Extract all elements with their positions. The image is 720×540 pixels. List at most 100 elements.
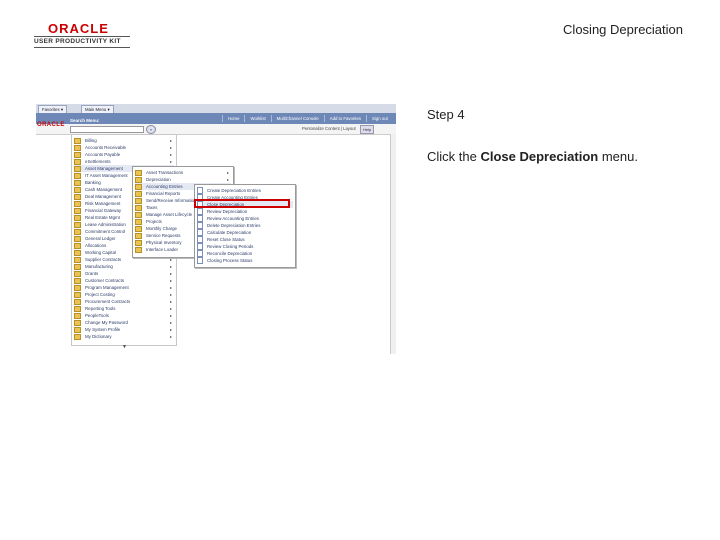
level1-item-label: Procurement Contracts [85, 299, 131, 304]
level1-item-label: Project Costing [85, 292, 115, 297]
level3-item[interactable]: Create Depreciation Entries [197, 187, 293, 195]
portal-toolbar: Search Menu: Home Worklist MultiChannel … [36, 113, 396, 124]
folder-icon [74, 200, 81, 207]
level2-item-label: Taxes [146, 205, 158, 210]
folder-icon [74, 305, 81, 312]
chevron-right-icon: ▸ [169, 264, 172, 269]
instruction-suffix: menu. [598, 149, 638, 164]
menu-scroll-down-icon[interactable]: ▼ [122, 344, 127, 350]
tab-favorites[interactable]: Favorites ▾ [38, 105, 68, 113]
level1-item-label: Customer Contracts [85, 278, 125, 283]
level1-item[interactable]: Accounts Payable ▸ [74, 151, 174, 158]
level2-item-label: Depreciation [146, 177, 171, 182]
folder-icon [135, 169, 142, 176]
search-go-icon[interactable]: » [146, 125, 156, 134]
multichannel-link[interactable]: MultiChannel Console [270, 115, 324, 122]
logo-rule-bottom [34, 47, 130, 48]
level3-item[interactable]: Calculate Depreciation [197, 229, 293, 237]
folder-icon [74, 249, 81, 256]
folder-icon [74, 137, 81, 144]
chevron-right-icon: ▸ [169, 145, 172, 150]
page-icon [197, 257, 203, 265]
level3-item[interactable]: Reconcile Depreciation [197, 250, 293, 258]
level1-item-label: Allocations [85, 243, 107, 248]
level1-item[interactable]: Grants ▸ [74, 270, 174, 277]
level1-item[interactable]: Customer Contracts ▸ [74, 277, 174, 284]
instruction-target: Close Depreciation [480, 149, 599, 164]
search-input[interactable] [70, 126, 144, 133]
level3-item[interactable]: Review Depreciation [197, 208, 293, 216]
folder-icon [74, 144, 81, 151]
level1-item-label: General Ledger [85, 236, 116, 241]
menu-level3-depreciation: Create Depreciation Entries Create Accoun… [194, 184, 296, 268]
level1-item-label: Reporting Tools [85, 306, 116, 311]
chevron-right-icon: ▸ [169, 327, 172, 332]
level1-item-label: eSettlements [85, 159, 111, 164]
instruction-prefix: Click the [427, 149, 481, 164]
level1-item-label: Lease Administration [85, 222, 126, 227]
page-scrollbar[interactable] [390, 134, 396, 354]
folder-icon [74, 319, 81, 326]
level1-item[interactable]: Procurement Contracts ▸ [74, 298, 174, 305]
highlight-close-depreciation [194, 199, 290, 208]
home-link[interactable]: Home [222, 115, 244, 122]
level1-item-label: Program Management [85, 285, 129, 290]
sign-out-link[interactable]: Sign out [366, 115, 393, 122]
help-button[interactable]: Help [360, 125, 375, 134]
level2-item[interactable]: Asset Transactions ▸ [135, 169, 231, 176]
level1-item[interactable]: PeopleTools ▸ [74, 312, 174, 319]
level1-item[interactable]: My Dictionary ▸ [74, 333, 174, 340]
level2-item-label: Asset Transactions [146, 170, 184, 175]
level3-item[interactable]: Delete Depreciation Entries [197, 222, 293, 230]
folder-icon [74, 326, 81, 333]
add-favorites-link[interactable]: Add to Favorites [323, 115, 366, 122]
folder-icon [74, 158, 81, 165]
chevron-right-icon: ▸ [169, 159, 172, 164]
level1-item[interactable]: Accounts Receivable ▸ [74, 144, 174, 151]
level1-item[interactable]: Reporting Tools ▸ [74, 305, 174, 312]
level1-item[interactable]: Manufacturing ▸ [74, 263, 174, 270]
folder-icon [74, 277, 81, 284]
level1-item[interactable]: My System Profile ▸ [74, 326, 174, 333]
folder-icon [74, 151, 81, 158]
level3-item-label: Create Depreciation Entries [207, 188, 261, 193]
level1-item[interactable]: eSettlements ▸ [74, 158, 174, 165]
level3-item-label: Review Closing Periods [207, 244, 254, 249]
personalize-link[interactable]: Personalize Content | Layout [302, 125, 356, 133]
folder-icon [135, 211, 142, 218]
step-instruction: Click the Close Depreciation menu. [427, 149, 638, 164]
level3-item-label: Reset Close Status [207, 237, 245, 242]
oracle-upk-logo: ORACLE USER PRODUCTIVITY KIT [34, 22, 130, 49]
chevron-right-icon: ▸ [169, 271, 172, 276]
tab-main-menu[interactable]: Main Menu ▾ [81, 105, 114, 113]
folder-icon [74, 228, 81, 235]
level1-item[interactable]: Program Management ▸ [74, 284, 174, 291]
level3-item-label: Closing Process Status [207, 258, 253, 263]
logo-rule [34, 36, 130, 37]
level2-item-label: Projects [146, 219, 162, 224]
level3-item-label: Calculate Depreciation [207, 230, 252, 235]
chevron-right-icon: ▸ [226, 170, 229, 175]
level3-item[interactable]: Review Accounting Entries [197, 215, 293, 223]
chevron-right-icon: ▸ [169, 285, 172, 290]
level3-item[interactable]: Reset Close Status [197, 236, 293, 244]
level2-item-label: Service Requests [146, 233, 181, 238]
chevron-right-icon: ▸ [169, 292, 172, 297]
chevron-right-icon: ▸ [169, 152, 172, 157]
level2-item[interactable]: Depreciation ▸ [135, 176, 231, 183]
level1-item[interactable]: Billing ▸ [74, 137, 174, 144]
level3-item[interactable]: Closing Process Status [197, 257, 293, 265]
folder-icon [74, 172, 81, 179]
chevron-right-icon: ▸ [169, 138, 172, 143]
level1-item[interactable]: Project Costing ▸ [74, 291, 174, 298]
folder-icon [74, 256, 81, 263]
level3-item[interactable]: Review Closing Periods [197, 243, 293, 251]
level1-item-label: Supplier Contracts [85, 257, 122, 262]
folder-icon [74, 207, 81, 214]
logo-word: ORACLE [48, 21, 109, 36]
worklist-link[interactable]: Worklist [244, 115, 270, 122]
chevron-right-icon: ▸ [169, 278, 172, 283]
level1-item[interactable]: Change My Password ▸ [74, 319, 174, 326]
folder-icon [135, 246, 142, 253]
folder-icon [135, 204, 142, 211]
